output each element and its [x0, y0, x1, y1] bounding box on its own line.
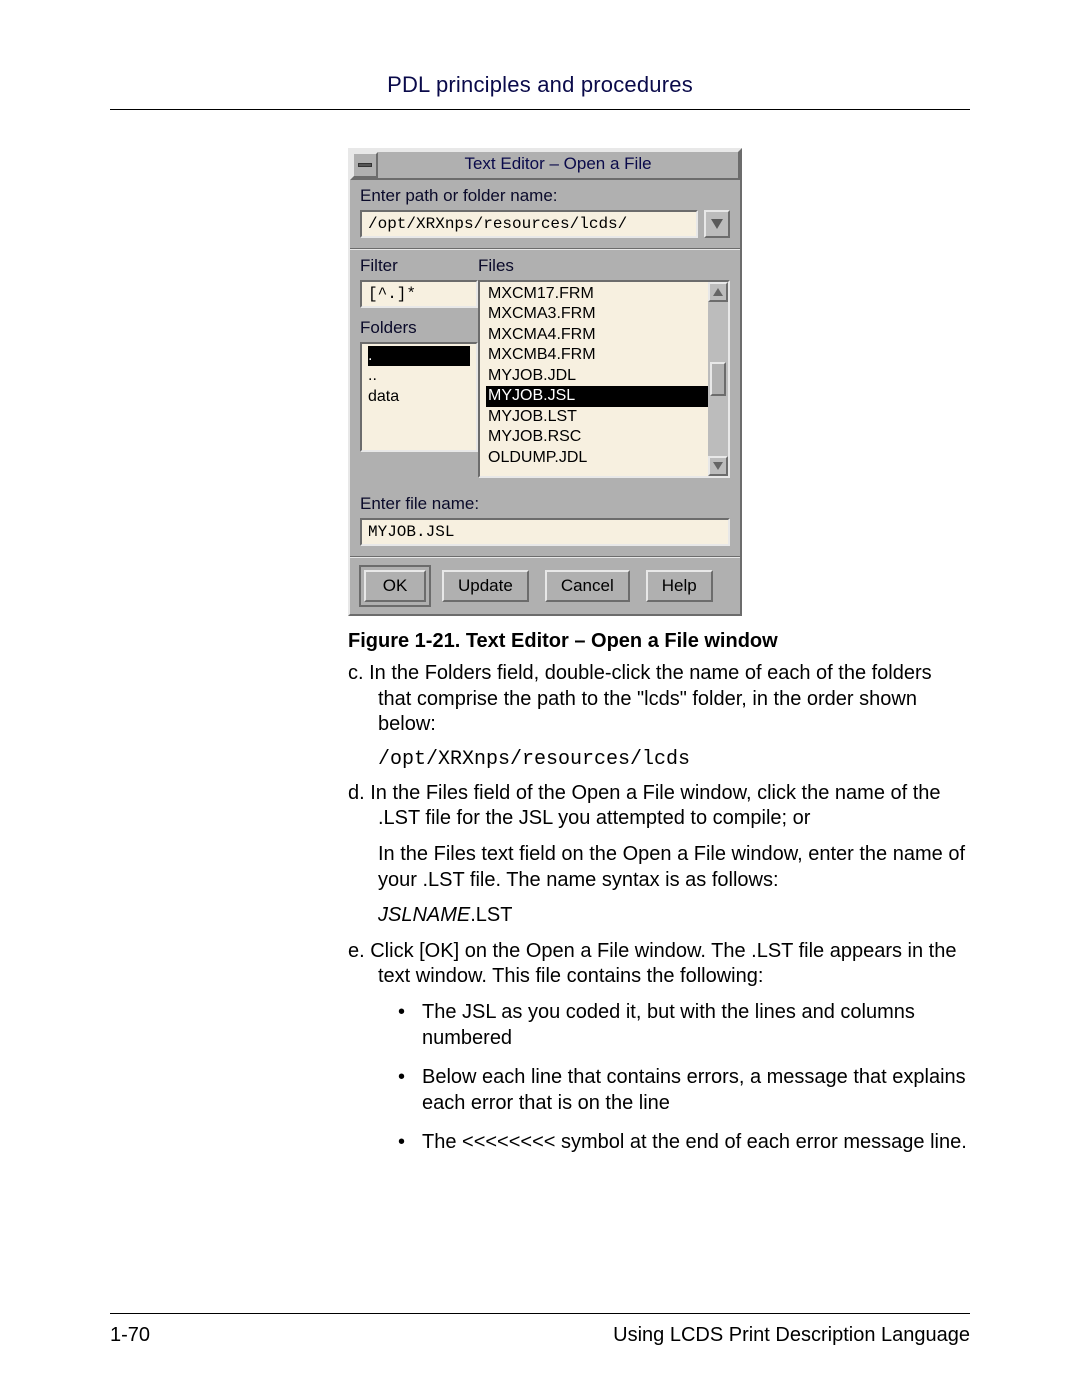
para-d-code: JSLNAME.LST — [378, 903, 968, 929]
filename-section: Enter file name: MYJOB.JSL — [350, 488, 740, 556]
bullet-list: The JSL as you coded it, but with the li… — [398, 1000, 968, 1156]
page-number: 1-70 — [110, 1324, 150, 1347]
bullet-item: Below each line that contains errors, a … — [398, 1065, 968, 1116]
folder-item[interactable]: .. — [368, 366, 470, 386]
filter-input[interactable]: [^.]* — [360, 280, 478, 308]
dialog-titlebar: Text Editor – Open a File — [350, 150, 740, 180]
ok-button[interactable]: OK — [364, 570, 426, 602]
file-item[interactable]: MXCM17.FRM — [486, 284, 708, 304]
file-item[interactable]: OLDUMP.JDL — [486, 448, 708, 468]
path-input[interactable]: /opt/XRXnps/resources/lcds/ — [360, 210, 698, 238]
open-file-dialog: Text Editor – Open a File Enter path or … — [348, 148, 742, 616]
triangle-up-icon — [713, 288, 723, 296]
file-item[interactable]: MYJOB.RSC — [486, 427, 708, 447]
section-title: PDL principles and procedures — [110, 70, 970, 101]
files-listbox[interactable]: MXCM17.FRMMXCMA3.FRMMXCMA4.FRMMXCMB4.FRM… — [480, 282, 708, 476]
scrollbar-thumb[interactable] — [710, 362, 726, 396]
figure-caption: Figure 1-21. Text Editor – Open a File w… — [348, 630, 968, 653]
file-item[interactable]: MXCMA4.FRM — [486, 325, 708, 345]
bullet-item: The JSL as you coded it, but with the li… — [398, 1000, 968, 1051]
para-d1: d. In the Files field of the Open a File… — [348, 781, 968, 832]
filename-input[interactable]: MYJOB.JSL — [360, 518, 730, 546]
chevron-down-icon — [711, 219, 723, 229]
footer-rule — [110, 1313, 970, 1314]
para-e: e. Click [OK] on the Open a File window.… — [348, 939, 968, 990]
file-item[interactable]: MXCMA3.FRM — [486, 304, 708, 324]
files-label: Files — [478, 256, 730, 276]
page-footer: 1-70 Using LCDS Print Description Langua… — [110, 1305, 970, 1347]
book-title: Using LCDS Print Description Language — [613, 1324, 970, 1347]
cancel-button[interactable]: Cancel — [545, 570, 630, 602]
button-row: OK Update Cancel Help — [350, 558, 740, 614]
help-button[interactable]: Help — [646, 570, 713, 602]
folders-label: Folders — [360, 318, 478, 338]
lst-ext: .LST — [470, 904, 512, 926]
file-item[interactable]: MYJOB.JSL — [486, 386, 708, 406]
file-item[interactable]: MYJOB.JDL — [486, 366, 708, 386]
scroll-down-button[interactable] — [708, 456, 728, 476]
page-header: PDL principles and procedures — [110, 70, 970, 118]
header-rule — [110, 109, 970, 110]
scroll-up-button[interactable] — [708, 282, 728, 302]
bullet-item: The <<<<<<<< symbol at the end of each e… — [398, 1130, 968, 1156]
path-section: Enter path or folder name: /opt/XRXnps/r… — [350, 180, 740, 248]
scrollbar-track[interactable] — [708, 302, 728, 456]
jslname-ital: JSLNAME — [378, 904, 470, 926]
update-button[interactable]: Update — [442, 570, 529, 602]
para-d2: In the Files text field on the Open a Fi… — [378, 842, 968, 893]
system-menu-button[interactable] — [352, 152, 378, 178]
files-scrollbar[interactable] — [708, 282, 728, 476]
path-label: Enter path or folder name: — [360, 186, 730, 206]
file-item[interactable]: MYJOB.LST — [486, 407, 708, 427]
triangle-down-icon — [713, 462, 723, 470]
para-c: c. In the Folders field, double-click th… — [348, 661, 968, 738]
folder-item[interactable]: data — [368, 387, 470, 407]
file-item[interactable]: MXCMB4.FRM — [486, 345, 708, 365]
folders-listbox[interactable]: ...data — [360, 342, 478, 452]
dash-icon — [358, 163, 372, 167]
filename-label: Enter file name: — [360, 494, 730, 514]
folder-item[interactable]: . — [368, 346, 470, 366]
dialog-title: Text Editor – Open a File — [378, 152, 738, 178]
code-path: /opt/XRXnps/resources/lcds — [378, 748, 968, 771]
lists-section: Filter [^.]* Folders ...data Files MXCM1… — [350, 250, 740, 488]
filter-label: Filter — [360, 256, 478, 276]
path-dropdown-button[interactable] — [704, 210, 730, 238]
